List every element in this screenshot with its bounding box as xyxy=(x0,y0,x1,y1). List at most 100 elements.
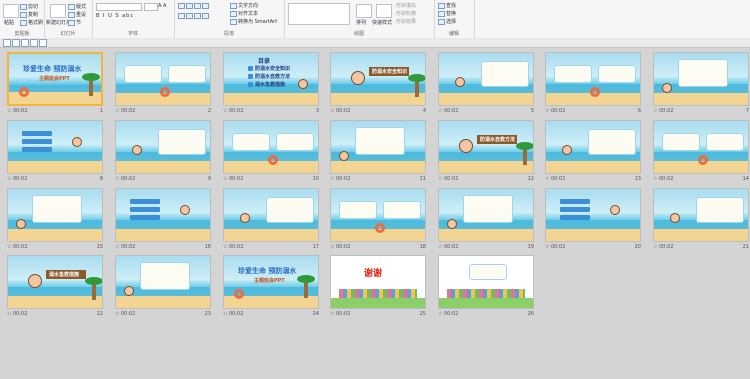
layout-button[interactable]: 版式 xyxy=(68,3,86,10)
align-text-button[interactable]: 对齐文本 xyxy=(230,10,258,17)
arrange-icon[interactable] xyxy=(356,4,372,18)
transition-star-icon[interactable]: ☆ xyxy=(653,244,657,250)
transition-star-icon[interactable]: ☆ xyxy=(115,108,119,114)
transition-star-icon[interactable]: ☆ xyxy=(330,108,334,114)
quick-styles-button[interactable]: 快速样式 xyxy=(372,19,392,26)
slide-thumbnail-4[interactable]: 防溺水安全知识 xyxy=(330,52,426,106)
slide-number: 4 xyxy=(422,108,426,114)
cut-button[interactable]: 剪切 xyxy=(20,3,38,10)
transition-star-icon[interactable]: ☆ xyxy=(330,176,334,182)
transition-star-icon[interactable]: ☆ xyxy=(115,244,119,250)
transition-star-icon[interactable]: ☆ xyxy=(330,244,334,250)
quick-styles-icon[interactable] xyxy=(376,4,392,18)
transition-star-icon[interactable]: ☆ xyxy=(115,176,119,182)
slide-thumbnail-12[interactable]: 防溺水自救方法 xyxy=(438,120,534,174)
replace-button[interactable]: 替换 xyxy=(438,10,456,17)
paste-button[interactable]: 粘贴 xyxy=(4,19,14,26)
start-slideshow-icon[interactable] xyxy=(30,39,38,47)
slide-thumbnail-10[interactable] xyxy=(223,120,319,174)
transition-star-icon[interactable]: ☆ xyxy=(545,108,549,114)
transition-star-icon[interactable]: ☆ xyxy=(653,108,657,114)
grow-shrink-font-buttons[interactable]: A A xyxy=(158,3,166,9)
slide-thumbnail-19[interactable] xyxy=(438,188,534,242)
slide-thumbnail-1[interactable]: 珍爱生命 预防溺水 主题班会PPT xyxy=(7,52,103,106)
slide-thumbnail-6[interactable] xyxy=(545,52,641,106)
shape-outline-button[interactable]: 形状轮廓 xyxy=(396,10,416,17)
slide-timing: 00:02 xyxy=(229,244,244,250)
slide-thumbnail-13[interactable] xyxy=(545,120,641,174)
slide-thumbnail-18[interactable] xyxy=(330,188,426,242)
transition-star-icon[interactable]: ☆ xyxy=(7,311,11,317)
shape-effects-button[interactable]: 形状效果 xyxy=(396,18,416,25)
sand-band xyxy=(331,161,425,173)
redo-icon[interactable] xyxy=(21,39,29,47)
slide-timing: 00:02 xyxy=(13,176,28,182)
slide-thumbnail-16[interactable] xyxy=(115,188,211,242)
paste-icon[interactable] xyxy=(3,4,19,18)
transition-star-icon[interactable]: ☆ xyxy=(223,311,227,317)
slide-thumbnail-9[interactable] xyxy=(115,120,211,174)
info-bar xyxy=(130,215,160,220)
copy-button[interactable]: 复制 xyxy=(20,11,38,18)
find-button[interactable]: 查找 xyxy=(438,2,456,9)
transition-star-icon[interactable]: ☆ xyxy=(438,108,442,114)
slide-number: 20 xyxy=(634,244,641,250)
transition-star-icon[interactable]: ☆ xyxy=(115,311,119,317)
slide-timing: 00:02 xyxy=(121,176,136,182)
smartart-button[interactable]: 转换为 SmartArt xyxy=(230,18,277,25)
transition-star-icon[interactable]: ☆ xyxy=(438,244,442,250)
transition-star-icon[interactable]: ☆ xyxy=(223,244,227,250)
slide-thumbnail-23[interactable] xyxy=(115,255,211,309)
numbering-icon xyxy=(186,3,193,9)
format-painter-button[interactable]: 格式刷 xyxy=(20,19,43,26)
slide-thumbnail-22[interactable]: 溺水急救措施 xyxy=(7,255,103,309)
text-panel xyxy=(481,61,529,87)
new-slide-icon[interactable] xyxy=(50,4,66,18)
slide-thumbnail-7[interactable] xyxy=(653,52,749,106)
transition-star-icon[interactable]: ☆ xyxy=(223,176,227,182)
reset-button[interactable]: 重设 xyxy=(68,11,86,18)
slide-thumbnail-3[interactable]: 目录 防溺水安全知识 防溺水自救方法 溺水急救措施 xyxy=(223,52,319,106)
transition-star-icon[interactable]: ☆ xyxy=(545,244,549,250)
slide-thumbnail-8[interactable] xyxy=(7,120,103,174)
transition-star-icon[interactable]: ☆ xyxy=(7,176,11,182)
slide-thumbnail-21[interactable] xyxy=(653,188,749,242)
swim-ring-icon xyxy=(268,155,278,165)
slide-thumbnail-2[interactable] xyxy=(115,52,211,106)
undo-icon[interactable] xyxy=(12,39,20,47)
transition-star-icon[interactable]: ☆ xyxy=(438,311,442,317)
slide-thumbnail-25[interactable]: 谢谢 xyxy=(330,255,426,309)
slide-number: 17 xyxy=(312,244,319,250)
slide-thumbnail-17[interactable] xyxy=(223,188,319,242)
slide-thumbnail-14[interactable] xyxy=(653,120,749,174)
transition-star-icon[interactable]: ☆ xyxy=(545,176,549,182)
align-center-icon xyxy=(186,13,193,19)
transition-star-icon[interactable]: ☆ xyxy=(7,108,11,114)
transition-star-icon[interactable]: ☆ xyxy=(7,244,11,250)
slide-thumbnail-20[interactable] xyxy=(545,188,641,242)
font-name-dropdown[interactable] xyxy=(96,3,142,11)
slide-thumbnail-5[interactable] xyxy=(438,52,534,106)
font-size-dropdown[interactable] xyxy=(144,3,158,11)
customize-toolbar-icon[interactable] xyxy=(39,39,47,47)
save-icon[interactable] xyxy=(3,39,11,47)
section-button[interactable]: 节 xyxy=(68,19,81,26)
transition-star-icon[interactable]: ☆ xyxy=(223,108,227,114)
arrange-button[interactable]: 排列 xyxy=(356,19,366,26)
shapes-gallery[interactable] xyxy=(288,3,350,25)
slide-timing: 00:02 xyxy=(13,311,28,317)
align-buttons[interactable] xyxy=(178,13,210,20)
list-buttons[interactable] xyxy=(178,3,210,10)
transition-star-icon[interactable]: ☆ xyxy=(653,176,657,182)
text-direction-button[interactable]: 文字方向 xyxy=(230,2,258,9)
transition-star-icon[interactable]: ☆ xyxy=(330,311,334,317)
slide-thumbnail-24[interactable]: 珍爱生命 预防溺水 主题班会PPT xyxy=(223,255,319,309)
shape-fill-button[interactable]: 形状填充 xyxy=(396,2,416,9)
transition-star-icon[interactable]: ☆ xyxy=(438,176,442,182)
font-style-buttons[interactable]: B I U S abc xyxy=(96,13,134,19)
slide-thumbnail-11[interactable] xyxy=(330,120,426,174)
slide-thumbnail-15[interactable] xyxy=(7,188,103,242)
select-button[interactable]: 选择 xyxy=(438,18,456,25)
slide-thumbnail-26[interactable] xyxy=(438,255,534,309)
slide-meta-10: ☆ 00:02 10 xyxy=(223,176,319,184)
